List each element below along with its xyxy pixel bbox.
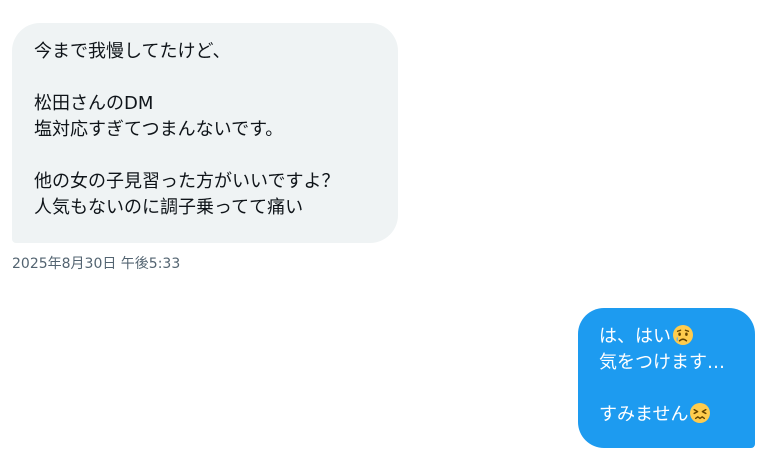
message-text: すみません [599, 404, 689, 425]
crying-face-icon [672, 324, 694, 346]
message-line-with-emoji: は、はい [599, 324, 745, 350]
message-line: 今まで我慢してたけど、 [34, 41, 231, 62]
message-line: 人気もないのに調子乗ってて痛い [34, 197, 304, 218]
message-line: 塩対応すぎてつまんないです。 [34, 119, 284, 140]
dm-conversation: 今まで我慢してたけど、 松田さんのDM 塩対応すぎてつまんないです。 他の女の子… [0, 0, 769, 457]
message-line-with-emoji: すみません [599, 402, 745, 428]
message-line: 気をつけます… [599, 352, 725, 373]
message-line: 他の女の子見習った方がいいですよ？ [34, 171, 340, 192]
incoming-message-bubble[interactable]: 今まで我慢してたけど、 松田さんのDM 塩対応すぎてつまんないです。 他の女の子… [12, 23, 398, 243]
confounded-face-icon [689, 402, 711, 424]
message-line: 松田さんのDM [34, 93, 154, 114]
message-text: は、はい [599, 326, 671, 347]
message-timestamp[interactable]: 2025年8月30日 午後5:33 [12, 254, 180, 274]
outgoing-message-bubble[interactable]: は、はい 気をつけます… すみません [578, 308, 755, 448]
